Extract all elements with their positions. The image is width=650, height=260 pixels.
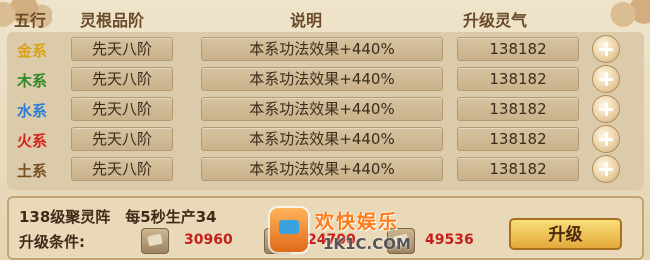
effect-description: 本系功法效果+440% <box>201 157 443 181</box>
element-row-earth: 土系 先天八阶 本系功法效果+440% 138182 <box>7 154 644 183</box>
upgrade-qi-value: 138182 <box>457 127 579 151</box>
element-row-water: 水系 先天八阶 本系功法效果+440% 138182 <box>7 94 644 123</box>
upgrade-condition-label: 升级条件: <box>19 233 85 251</box>
plus-icon[interactable] <box>592 95 620 123</box>
element-label: 火系 <box>17 132 48 150</box>
element-label: 木系 <box>17 72 48 90</box>
plus-icon[interactable] <box>592 35 620 63</box>
grade-value: 先天八阶 <box>71 127 173 151</box>
material-icon <box>264 228 292 254</box>
element-row-metal: 金系 先天八阶 本系功法效果+440% 138182 <box>7 34 644 63</box>
element-label: 土系 <box>17 162 48 180</box>
grade-value: 先天八阶 <box>71 97 173 121</box>
element-row-wood: 木系 先天八阶 本系功法效果+440% 138182 <box>7 64 644 93</box>
grade-value: 先天八阶 <box>71 157 173 181</box>
effect-description: 本系功法效果+440% <box>201 127 443 151</box>
material-icon <box>141 228 169 254</box>
upgrade-qi-value: 138182 <box>457 67 579 91</box>
upgrade-button[interactable]: 升级 <box>509 218 622 250</box>
upgrade-info-box: 138级聚灵阵 每5秒生产34 升级条件: 30960 24700 49536 … <box>7 196 644 260</box>
effect-description: 本系功法效果+440% <box>201 37 443 61</box>
column-header-upgrade-qi: 升级灵气 <box>463 11 528 30</box>
column-header-grade: 灵根品阶 <box>80 11 145 30</box>
plus-icon[interactable] <box>592 155 620 183</box>
spirit-array-info: 138级聚灵阵 每5秒生产34 <box>19 208 217 226</box>
element-row-fire: 火系 先天八阶 本系功法效果+440% 138182 <box>7 124 644 153</box>
element-label: 水系 <box>17 102 48 120</box>
effect-description: 本系功法效果+440% <box>201 97 443 121</box>
spirit-root-panel: 五行 灵根品阶 说明 升级灵气 金系 先天八阶 本系功法效果+440% 1381… <box>0 0 650 260</box>
element-label: 金系 <box>17 42 48 60</box>
material-cost-3: 49536 <box>425 232 474 248</box>
grade-value: 先天八阶 <box>71 37 173 61</box>
upgrade-qi-value: 138182 <box>457 97 579 121</box>
material-icon <box>387 228 415 254</box>
grade-value: 先天八阶 <box>71 67 173 91</box>
upgrade-qi-value: 138182 <box>457 157 579 181</box>
plus-icon[interactable] <box>592 125 620 153</box>
upgrade-qi-value: 138182 <box>457 37 579 61</box>
material-cost-2: 24700 <box>307 232 356 248</box>
effect-description: 本系功法效果+440% <box>201 67 443 91</box>
material-cost-1: 30960 <box>184 232 233 248</box>
plus-icon[interactable] <box>592 65 620 93</box>
table-header: 五行 灵根品阶 说明 升级灵气 <box>0 0 650 32</box>
column-header-wuxing: 五行 <box>14 11 47 30</box>
column-header-description: 说明 <box>290 11 323 30</box>
